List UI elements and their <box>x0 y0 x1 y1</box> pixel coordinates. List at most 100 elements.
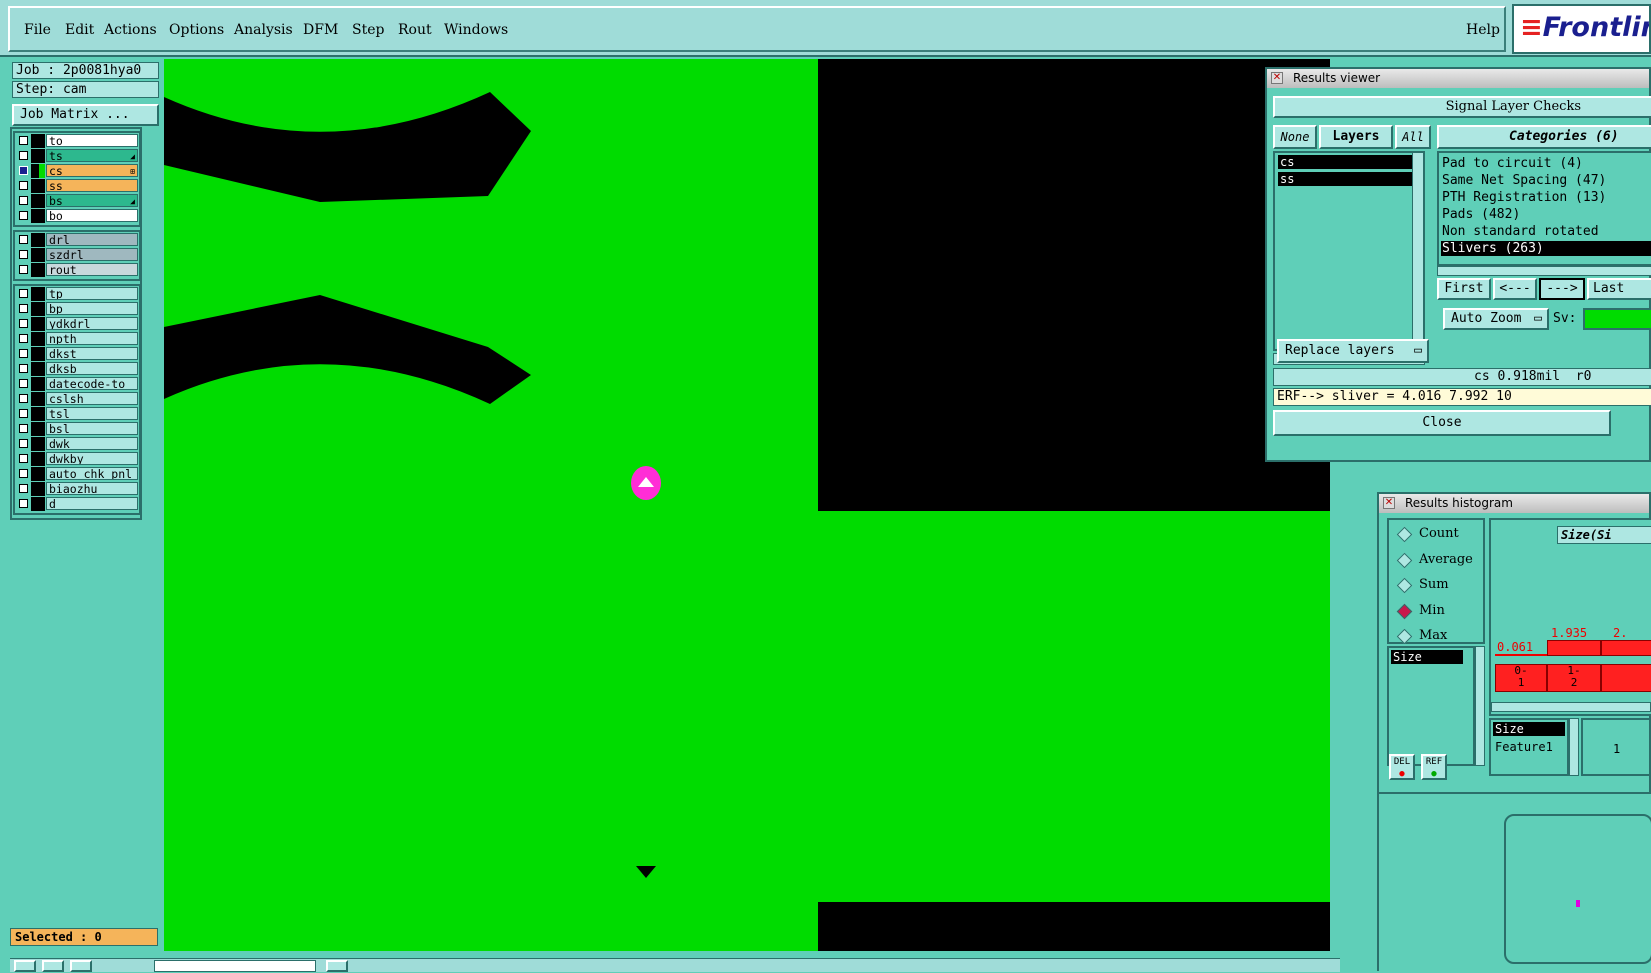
attribute-scrollbar[interactable] <box>1569 718 1579 776</box>
status-line: cs 0.918mil r0 <box>1273 368 1651 386</box>
job-matrix-button[interactable]: Job Matrix ... <box>12 104 159 126</box>
copper-void-top <box>818 59 1330 511</box>
layers-scrollbar[interactable] <box>1412 153 1423 349</box>
radio-diamond-icon <box>1396 526 1413 543</box>
layer-list-frame <box>10 127 142 520</box>
close-icon[interactable]: ✕ <box>1271 72 1283 84</box>
sliver-shape-1 <box>164 92 531 202</box>
layer-item-cs[interactable]: cs <box>1278 155 1416 169</box>
categories-list[interactable]: Pad to circuit (4) Same Net Spacing (47) P… <box>1437 151 1651 266</box>
menu-actions[interactable]: Actions <box>104 22 157 38</box>
histogram-size-field[interactable]: Size(Si <box>1557 526 1651 544</box>
radio-diamond-icon <box>1396 628 1413 645</box>
size-item[interactable]: Size <box>1391 650 1463 664</box>
layers-label: Layers <box>1319 125 1393 149</box>
results-viewer-title: Results viewer <box>1293 71 1381 85</box>
bar-label-2: 1.935 <box>1551 626 1588 640</box>
selected-count: Selected : 0 <box>10 928 158 946</box>
close-icon[interactable]: ✕ <box>1383 497 1395 509</box>
auto-zoom-dropdown[interactable]: Auto Zoom ▭ <box>1443 308 1549 330</box>
menu-step[interactable]: Step <box>352 22 384 38</box>
none-button[interactable]: None <box>1273 125 1317 149</box>
menu-bar: File Edit Actions Options Analysis DFM S… <box>0 0 1651 57</box>
results-viewer-titlebar: ✕ Results viewer <box>1267 69 1649 88</box>
menu-options[interactable]: Options <box>169 22 224 38</box>
histogram-bar-3[interactable] <box>1601 640 1651 656</box>
menu-dfm[interactable]: DFM <box>303 22 338 38</box>
del-button[interactable]: DEL ● <box>1389 754 1415 780</box>
job-label: Job : 2p0081hya0 <box>12 62 159 79</box>
frontline-logo: ≡Frontline <box>1512 4 1651 54</box>
menu-edit[interactable]: Edit <box>65 22 94 38</box>
category-item[interactable]: Pad to circuit (4) <box>1441 156 1651 171</box>
copper-void-bottom <box>818 902 1330 951</box>
preview-board[interactable] <box>1504 814 1651 964</box>
attribute-value: 1 <box>1581 718 1651 776</box>
sv-label: Sv: <box>1553 311 1577 326</box>
menu-bar-frame <box>8 6 1506 52</box>
all-button[interactable]: All <box>1395 125 1431 149</box>
bar-label-1: 0.061 <box>1497 640 1534 654</box>
radio-diamond-icon <box>1396 603 1413 619</box>
bin-label-3[interactable] <box>1601 664 1651 692</box>
attribute-list[interactable]: Size Feature1 <box>1489 718 1569 776</box>
category-item[interactable]: PTH Registration (13) <box>1441 190 1651 205</box>
dropdown-icon: ▭ <box>1534 311 1542 326</box>
dropdown-icon: ▭ <box>1414 343 1422 358</box>
bin-label-2[interactable]: 1- 2 <box>1547 664 1601 692</box>
del-dot-icon: ● <box>1399 769 1405 779</box>
toolbar-icon-4[interactable] <box>326 960 348 972</box>
erf-line: ERF--> sliver = 4.016 7.992 10 <box>1273 388 1651 406</box>
histogram-chart: Size(Si 0.061 1.935 2. 0- 1 1- 2 <box>1489 518 1651 716</box>
menu-analysis[interactable]: Analysis <box>234 22 293 38</box>
bin-label-1[interactable]: 0- 1 <box>1495 664 1547 692</box>
category-item[interactable]: Pads (482) <box>1441 207 1651 222</box>
attribute-item-feature[interactable]: Feature1 <box>1493 740 1553 754</box>
toolbar-icon-3[interactable] <box>70 960 92 972</box>
radio-label: Max <box>1419 628 1448 643</box>
bottom-toolbar <box>10 958 1340 972</box>
board-canvas[interactable] <box>164 59 1330 951</box>
layer-panel: Job : 2p0081hya0 Step: cam Job Matrix ..… <box>8 59 164 963</box>
radio-label: Count <box>1419 526 1459 541</box>
menu-rout[interactable]: Rout <box>398 22 432 38</box>
layer-item-ss[interactable]: ss <box>1278 172 1416 186</box>
toolbar-icon-1[interactable] <box>14 960 36 972</box>
ref-button[interactable]: REF ● <box>1421 754 1447 780</box>
step-label: Step: cam <box>12 81 159 98</box>
next-button[interactable]: ---> <box>1539 278 1585 300</box>
check-name-header: Signal Layer Checks <box>1273 96 1651 118</box>
size-scrollbar[interactable] <box>1475 646 1485 766</box>
categories-hscrollbar[interactable] <box>1437 266 1651 276</box>
radio-label: Min <box>1419 602 1445 618</box>
results-histogram-window: ✕ Results histogram Count Average Sum Min Ma… <box>1377 492 1651 973</box>
sv-color-swatch[interactable] <box>1583 308 1651 330</box>
preview-marker <box>1576 900 1580 907</box>
category-item[interactable]: Non standard rotated <box>1441 224 1651 239</box>
menu-windows[interactable]: Windows <box>444 22 508 38</box>
histogram-hscrollbar[interactable] <box>1491 702 1651 712</box>
toolbar-icon-2[interactable] <box>42 960 64 972</box>
preview-pane <box>1379 792 1651 973</box>
menu-help[interactable]: Help <box>1466 22 1500 38</box>
category-item[interactable]: Same Net Spacing (47) <box>1441 173 1651 188</box>
menu-file[interactable]: File <box>24 22 51 38</box>
size-list[interactable]: Size <box>1387 646 1475 766</box>
replace-layers-dropdown[interactable]: Replace layers ▭ <box>1277 339 1429 363</box>
bar-label-3: 2. <box>1613 626 1628 640</box>
last-button[interactable]: Last <box>1587 278 1651 300</box>
logo-text: ≡Frontline <box>1520 12 1649 43</box>
ref-dot-icon: ● <box>1431 769 1437 779</box>
prev-button[interactable]: <--- <box>1493 278 1537 300</box>
board-graphics <box>164 59 1330 951</box>
close-button[interactable]: Close <box>1273 410 1611 436</box>
radio-diamond-icon <box>1396 577 1413 594</box>
pointer-down-icon <box>636 866 656 878</box>
attribute-item-size[interactable]: Size <box>1493 722 1565 736</box>
first-button[interactable]: First <box>1437 278 1491 300</box>
histogram-bar-2[interactable] <box>1547 640 1601 656</box>
command-input[interactable] <box>154 960 316 972</box>
radio-label: Sum <box>1419 577 1449 592</box>
layers-list[interactable]: cs ss <box>1273 151 1425 351</box>
category-item[interactable]: Slivers (263) <box>1441 241 1651 256</box>
